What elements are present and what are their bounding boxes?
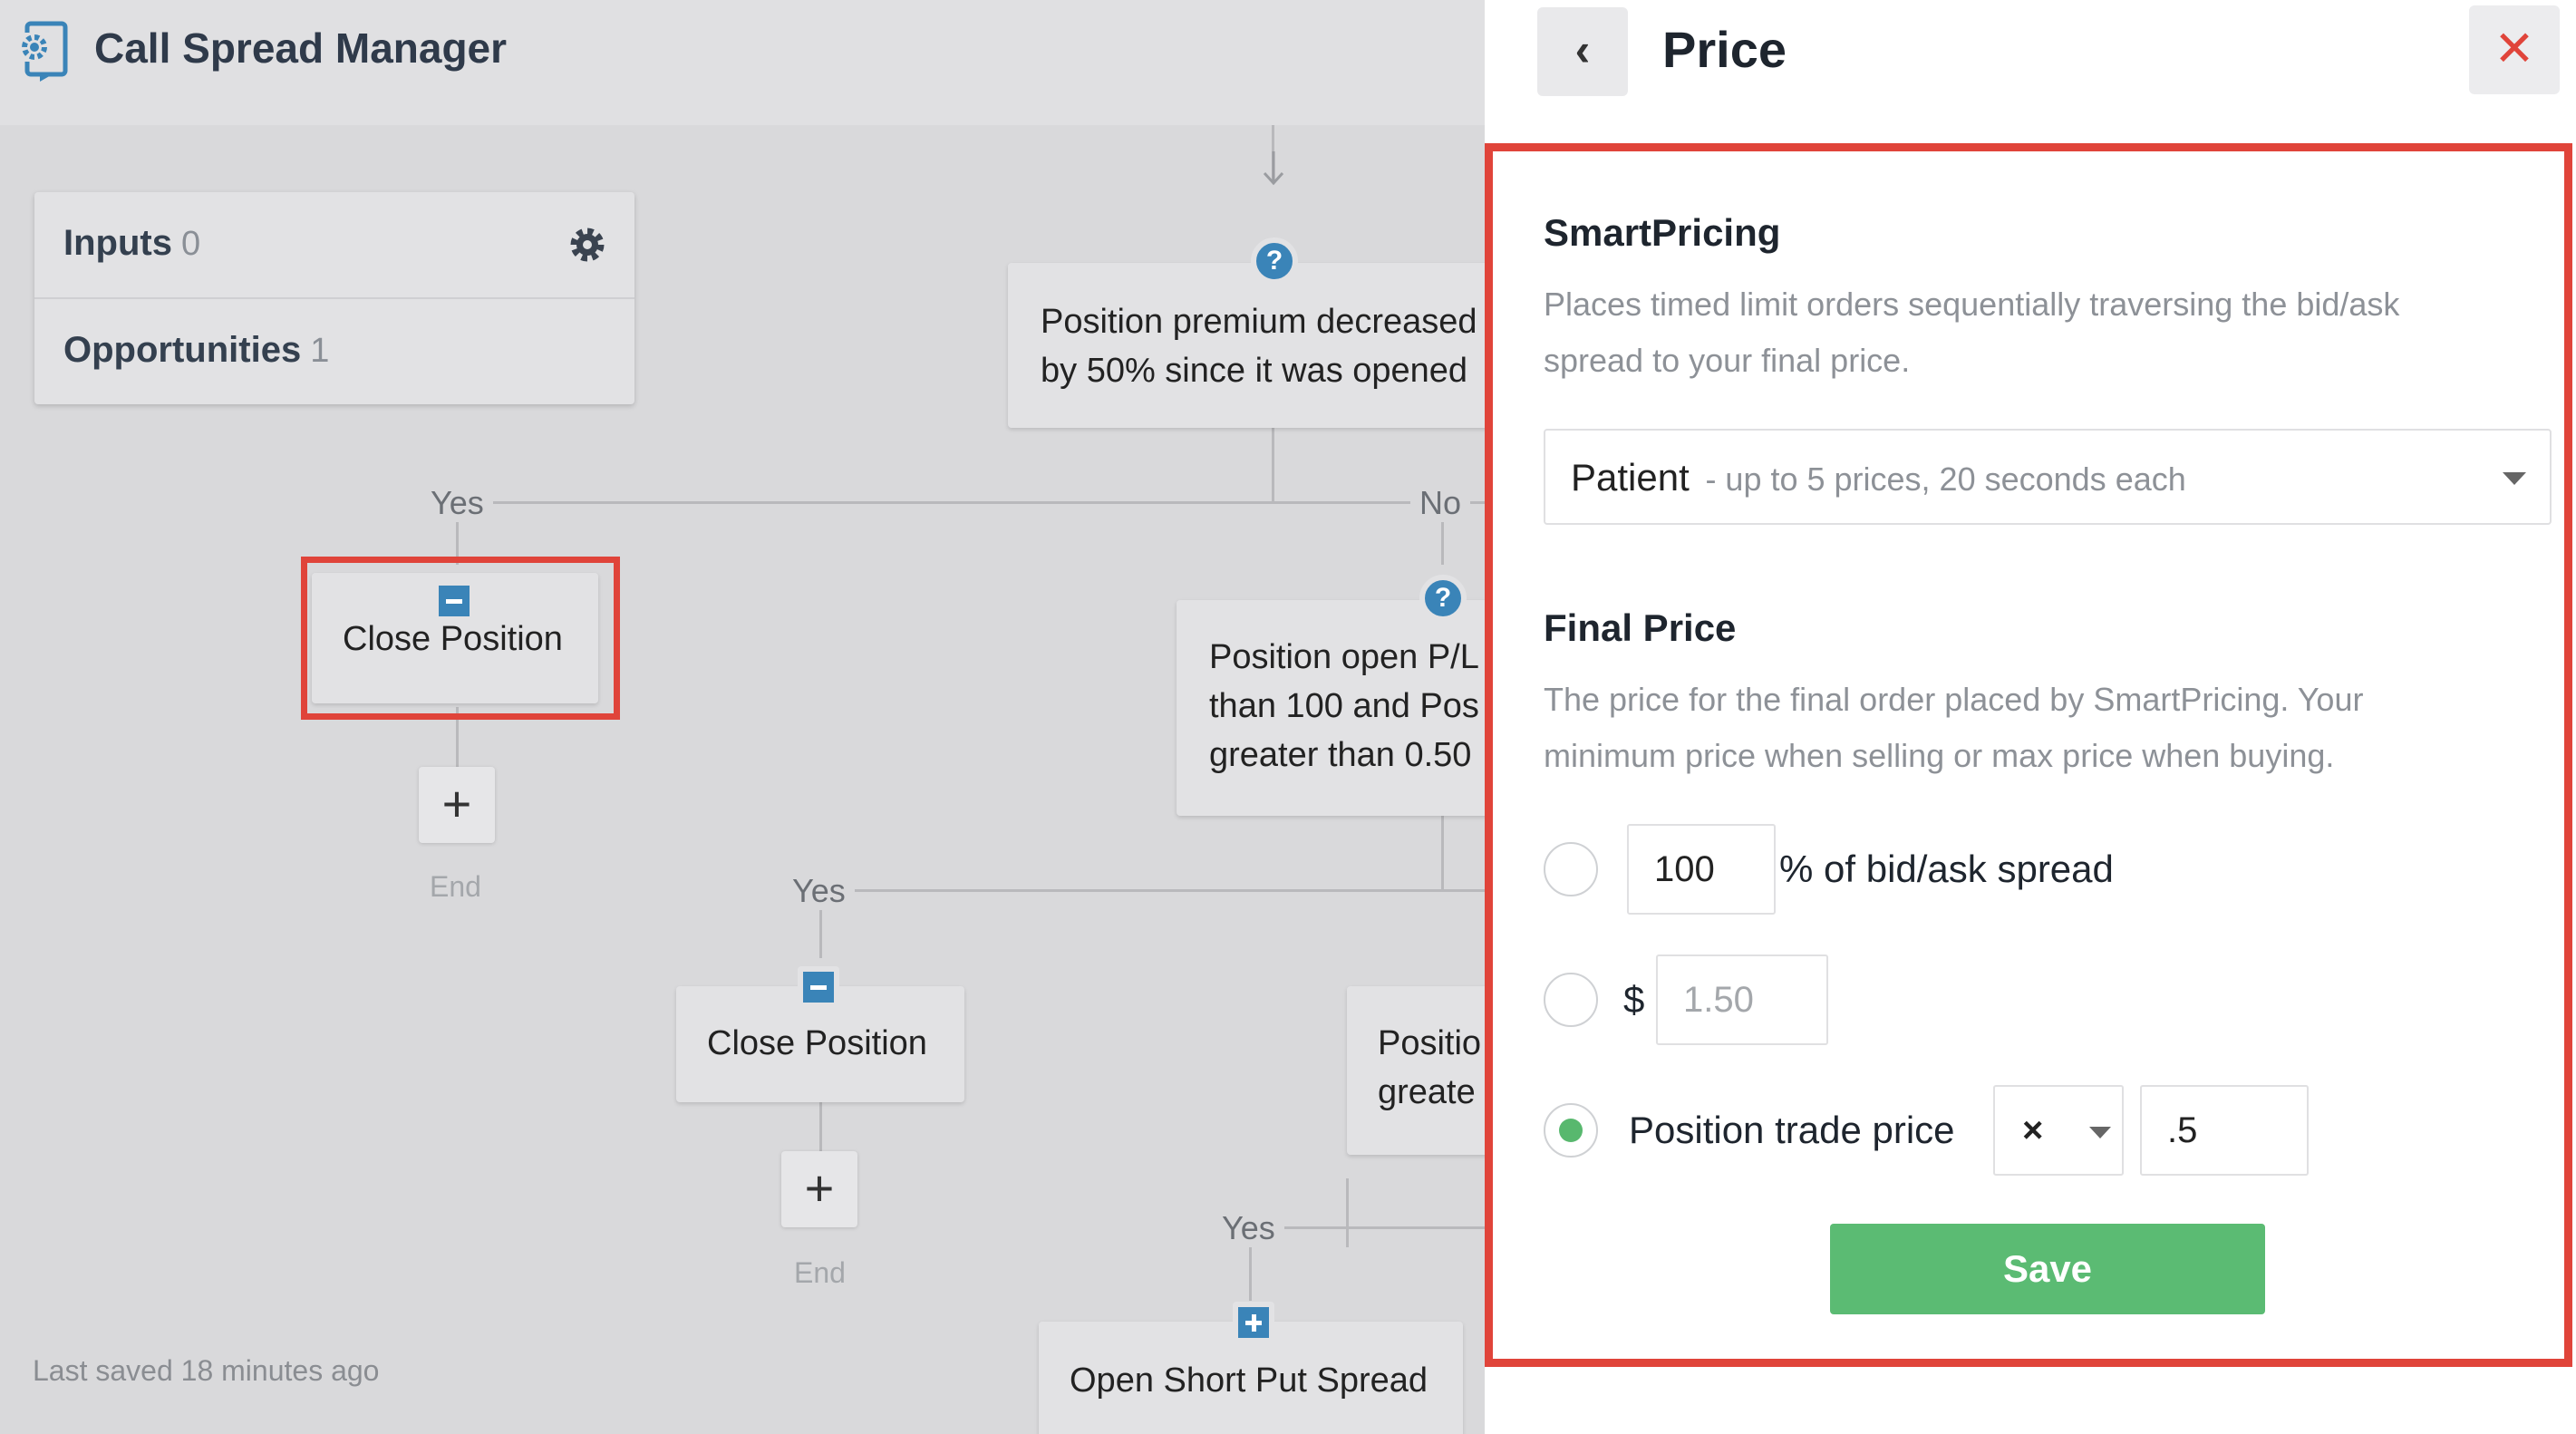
condition-text-line: Position open P/L [1209, 638, 1479, 676]
percent-spread-label: % of bid/ask spread [1779, 848, 2114, 890]
branch-no-label: No [1410, 484, 1471, 522]
price-panel: ‹ Price ✕ SmartPricing Places timed limi… [1485, 0, 2576, 1434]
question-icon: ? [1419, 575, 1467, 622]
add-step-button[interactable]: + [781, 1151, 857, 1227]
automation-logo-icon [20, 21, 68, 82]
last-saved-status: Last saved 18 minutes ago [33, 1354, 380, 1387]
save-button[interactable]: Save [1830, 1224, 2265, 1314]
inputs-label: Inputs [63, 223, 172, 263]
inputs-row[interactable]: Inputs 0 [34, 192, 634, 297]
app-header: Call Spread Manager [0, 0, 1485, 125]
end-label: End [794, 1256, 846, 1289]
condition-text-line: by 50% since it was opened [1041, 352, 1468, 390]
minus-square-icon [798, 966, 839, 1008]
arrow-down-icon [1263, 151, 1284, 186]
condition-text-line: than 100 and Pos [1209, 687, 1479, 725]
end-label: End [430, 870, 481, 903]
inputs-opportunities-card: Inputs 0 Opportunities 1 [34, 192, 634, 404]
dollar-input[interactable]: 1.50 [1656, 954, 1828, 1045]
opportunities-count: 1 [310, 332, 330, 370]
final-price-description: The price for the final order placed by … [1544, 681, 2364, 774]
connector-line [456, 501, 1485, 504]
connector-line [819, 889, 1485, 892]
branch-yes-label: Yes [1213, 1209, 1284, 1247]
branch-yes-label: Yes [421, 484, 493, 522]
gear-icon[interactable] [567, 225, 607, 265]
percent-spread-radio[interactable] [1544, 842, 1598, 896]
multiplier-input[interactable]: .5 [2140, 1085, 2309, 1176]
question-icon: ? [1251, 237, 1298, 285]
multiply-operator: × [2022, 1110, 2044, 1150]
dollar-sign: $ [1623, 978, 1645, 1021]
dollar-radio[interactable] [1544, 973, 1598, 1027]
close-button[interactable]: ✕ [2469, 5, 2560, 94]
branch-yes-label: Yes [783, 872, 855, 910]
condition-text-line: greater than 0.50 [1209, 736, 1472, 774]
panel-title: Price [1662, 21, 1787, 78]
inputs-count: 0 [180, 225, 201, 263]
action-label: Open Short Put Spread [1070, 1361, 1428, 1400]
condition-text-line: Positio [1378, 1024, 1482, 1062]
back-button[interactable]: ‹ [1537, 7, 1628, 96]
flow-canvas: Call Spread Manager Inputs 0 Opportunitie… [0, 0, 1485, 1434]
position-trade-price-radio[interactable] [1544, 1103, 1598, 1158]
chevron-down-icon [2089, 1127, 2111, 1138]
operator-select[interactable]: × [1993, 1085, 2124, 1176]
select-subtext: - up to 5 prices, 20 seconds each [1705, 460, 2186, 498]
smartpricing-description: Places timed limit orders sequentially t… [1544, 286, 2400, 379]
condition-node[interactable]: Positio greate [1347, 986, 1485, 1155]
chevron-down-icon [2503, 472, 2526, 485]
condition-node[interactable]: Position open P/L than 100 and Pos great… [1177, 600, 1485, 816]
connector-line [1346, 1178, 1349, 1247]
highlight-box [301, 557, 620, 720]
position-trade-price-label: Position trade price [1629, 1109, 1955, 1151]
plus-square-icon [1233, 1302, 1274, 1343]
action-label: Close Position [707, 1024, 927, 1062]
add-step-button[interactable]: + [419, 767, 495, 843]
percent-input[interactable]: 100 [1627, 824, 1776, 915]
smartpricing-title: SmartPricing [1544, 211, 1781, 254]
smartpricing-select[interactable]: Patient - up to 5 prices, 20 seconds eac… [1544, 429, 2552, 525]
condition-text-line: Position premium decreased [1041, 303, 1477, 341]
app-title: Call Spread Manager [94, 24, 508, 72]
connector-line [1441, 814, 1444, 890]
connector-line [1249, 1226, 1485, 1229]
select-value: Patient [1571, 456, 1690, 499]
condition-text-line: greate [1378, 1073, 1476, 1111]
condition-node[interactable]: Position premium decreased by 50% since … [1008, 263, 1485, 428]
connector-line [1272, 426, 1274, 502]
opportunities-label: Opportunities [63, 330, 302, 370]
final-price-title: Final Price [1544, 606, 1737, 649]
price-form: SmartPricing Places timed limit orders s… [1485, 143, 2572, 1367]
opportunities-row[interactable]: Opportunities 1 [34, 299, 634, 404]
